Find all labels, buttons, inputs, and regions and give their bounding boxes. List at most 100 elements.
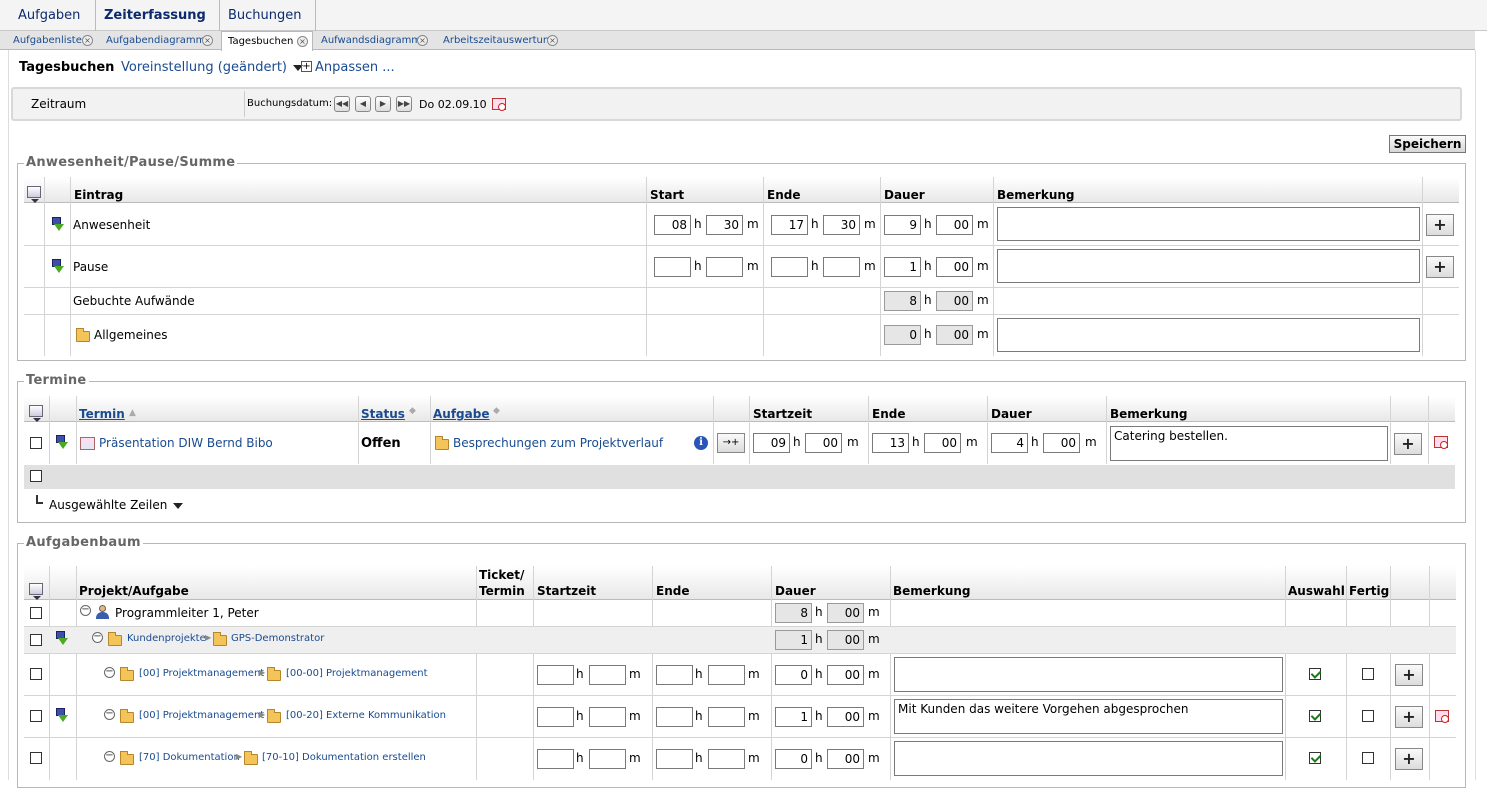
calendar-icon[interactable]: [492, 98, 506, 111]
next-day-button[interactable]: ▶: [375, 96, 391, 112]
start-minute-input[interactable]: [589, 749, 626, 769]
remark-input[interactable]: Catering bestellen.: [1110, 426, 1388, 461]
remark-input[interactable]: [997, 207, 1420, 241]
start-hour-input[interactable]: [537, 707, 574, 727]
tab-tagesbuchen[interactable]: Tagesbuchen ×: [221, 31, 313, 51]
start-hour-input[interactable]: [537, 665, 574, 685]
collapse-icon[interactable]: −: [92, 632, 103, 643]
end-hour-input[interactable]: [771, 257, 808, 277]
sort-icon[interactable]: ▲: [129, 408, 136, 418]
row-checkbox[interactable]: [30, 752, 42, 764]
collapse-icon[interactable]: −: [104, 751, 115, 762]
last-day-button[interactable]: ▶▶: [396, 96, 412, 112]
fertig-checkbox[interactable]: [1362, 668, 1374, 680]
add-button[interactable]: +: [1395, 664, 1423, 686]
info-icon[interactable]: i: [694, 436, 708, 450]
tree-parent-link[interactable]: [70] Dokumentation: [139, 752, 240, 763]
menu-buchungen[interactable]: Buchungen: [220, 0, 316, 50]
remark-input[interactable]: [997, 318, 1420, 352]
end-minute-input[interactable]: 00: [924, 433, 961, 453]
select-all-checkbox[interactable]: [30, 470, 42, 482]
add-button[interactable]: +: [1426, 256, 1454, 278]
start-minute-input[interactable]: 30: [706, 215, 743, 235]
end-hour-input[interactable]: [656, 665, 693, 685]
start-minute-input[interactable]: [589, 665, 626, 685]
calendar-clock-icon[interactable]: [1435, 710, 1449, 723]
tab-aufwandsdiagramm[interactable]: Aufwandsdiagramm ×: [315, 31, 433, 50]
auswahl-checkbox[interactable]: [1309, 710, 1321, 722]
tree-node-link[interactable]: [70-10] Dokumentation erstellen: [262, 752, 426, 763]
start-minute-input[interactable]: 00: [805, 433, 842, 453]
duration-hour-input[interactable]: 1: [884, 257, 921, 277]
duration-hour-input[interactable]: 0: [775, 749, 812, 769]
row-checkbox[interactable]: [30, 607, 42, 619]
collapse-icon[interactable]: −: [104, 667, 115, 678]
duration-minute-input[interactable]: 00: [827, 665, 864, 685]
remark-input[interactable]: [894, 741, 1283, 776]
sort-icon[interactable]: ◆: [409, 406, 416, 416]
start-hour-input[interactable]: 09: [753, 433, 790, 453]
duration-minute-input[interactable]: 00: [936, 257, 973, 277]
close-tab-icon[interactable]: ×: [547, 35, 558, 46]
duration-minute-input[interactable]: 00: [1043, 433, 1080, 453]
table-menu-icon[interactable]: [29, 583, 43, 600]
download-icon[interactable]: [51, 217, 64, 232]
customize-link[interactable]: Anpassen ...: [315, 60, 395, 75]
start-minute-input[interactable]: [589, 707, 626, 727]
remark-input[interactable]: Mit Kunden das weitere Vorgehen abgespro…: [894, 699, 1283, 734]
menu-zeiterfassung[interactable]: Zeiterfassung: [96, 0, 220, 50]
selected-rows-dropdown[interactable]: Ausgewählte Zeilen: [49, 498, 184, 512]
duration-hour-input[interactable]: 9: [884, 215, 921, 235]
tab-aufgabenliste[interactable]: Aufgabenliste ×: [7, 31, 97, 50]
table-menu-icon[interactable]: [27, 186, 41, 203]
tab-aufgabendiagramm[interactable]: Aufgabendiagramm ×: [100, 31, 218, 50]
sort-icon[interactable]: ◆: [493, 406, 500, 416]
auswahl-checkbox[interactable]: [1309, 752, 1321, 764]
end-minute-input[interactable]: [708, 665, 745, 685]
remark-input[interactable]: [997, 249, 1420, 283]
row-checkbox[interactable]: [30, 710, 42, 722]
table-menu-icon[interactable]: [29, 405, 43, 422]
collapse-icon[interactable]: −: [104, 709, 115, 720]
header-termin[interactable]: Termin: [79, 407, 125, 421]
download-icon[interactable]: [55, 631, 68, 646]
close-tab-icon[interactable]: ×: [202, 35, 213, 46]
remark-input[interactable]: [894, 657, 1283, 692]
download-icon[interactable]: [55, 435, 68, 450]
start-minute-input[interactable]: [706, 257, 743, 277]
duration-hour-input[interactable]: 0: [775, 665, 812, 685]
duration-minute-input[interactable]: 00: [936, 215, 973, 235]
add-button[interactable]: +: [1394, 433, 1422, 455]
row-checkbox[interactable]: [30, 634, 42, 646]
tree-parent-link[interactable]: Kundenprojekte: [127, 633, 206, 644]
duration-minute-input[interactable]: 00: [827, 707, 864, 727]
task-link[interactable]: Besprechungen zum Projektverlauf: [453, 436, 663, 450]
download-icon[interactable]: [55, 708, 68, 723]
end-minute-input[interactable]: [708, 749, 745, 769]
fertig-checkbox[interactable]: [1362, 752, 1374, 764]
tree-node-link[interactable]: [00-00] Projektmanagement: [286, 668, 428, 679]
book-appointment-button[interactable]: →+: [717, 433, 745, 453]
fertig-checkbox[interactable]: [1362, 710, 1374, 722]
download-icon[interactable]: [51, 259, 64, 274]
calendar-clock-icon[interactable]: [1434, 436, 1448, 449]
tree-parent-link[interactable]: [00] Projektmanagement: [139, 668, 264, 679]
header-status[interactable]: Status: [361, 407, 405, 421]
row-checkbox[interactable]: [30, 437, 42, 449]
close-tab-icon[interactable]: ×: [297, 36, 308, 47]
start-hour-input[interactable]: 08: [654, 215, 691, 235]
end-hour-input[interactable]: [656, 707, 693, 727]
header-aufgabe[interactable]: Aufgabe: [433, 407, 489, 421]
appointment-link[interactable]: Präsentation DIW Bernd Bibo: [99, 436, 273, 450]
add-button[interactable]: +: [1395, 706, 1423, 728]
row-checkbox[interactable]: [30, 668, 42, 680]
duration-hour-input[interactable]: 4: [991, 433, 1028, 453]
add-button[interactable]: +: [1426, 214, 1454, 236]
prev-day-button[interactable]: ◀: [355, 96, 371, 112]
close-tab-icon[interactable]: ×: [82, 35, 93, 46]
duration-hour-input[interactable]: 1: [775, 707, 812, 727]
start-hour-input[interactable]: [654, 257, 691, 277]
add-button[interactable]: +: [1395, 748, 1423, 770]
close-tab-icon[interactable]: ×: [417, 35, 428, 46]
duration-minute-input[interactable]: 00: [827, 749, 864, 769]
